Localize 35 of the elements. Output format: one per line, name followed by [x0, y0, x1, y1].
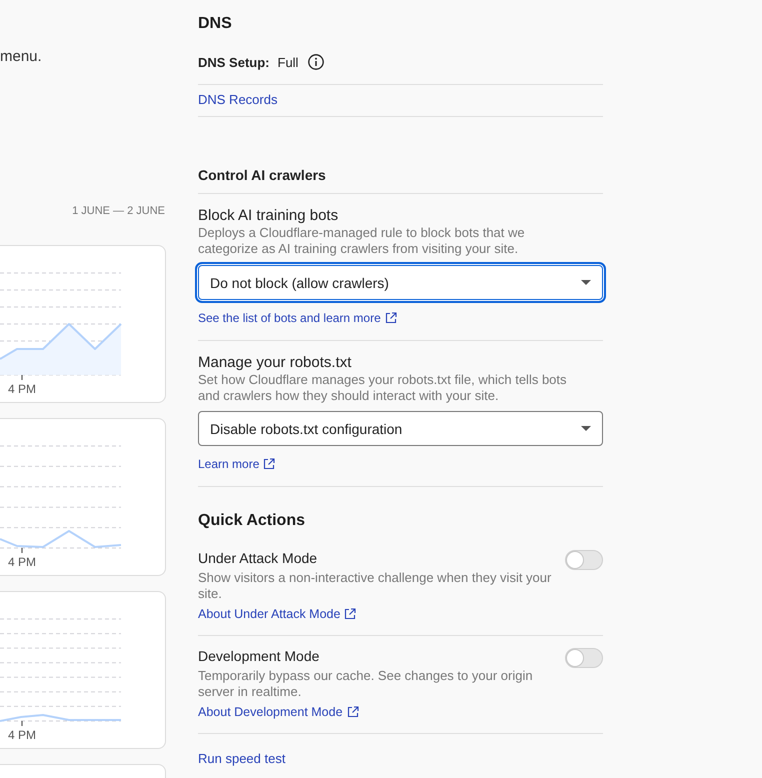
caret-icon [581, 426, 591, 431]
setting-title: Manage your robots.txt [198, 354, 352, 372]
dropdown[interactable]: Do not block (allow crawlers) [195, 262, 606, 303]
external-link-icon [263, 458, 276, 470]
dns-records-link[interactable]: DNS Records [198, 92, 278, 108]
setup-label: DNS Setup: [198, 54, 270, 70]
section-title: Control AI crawlers [198, 166, 327, 184]
toggle-switch[interactable] [565, 648, 603, 668]
intro-text: menu. [0, 48, 43, 66]
about-link[interactable]: About Under Attack Mode [198, 606, 356, 622]
axis-tick-label: 4 PM [8, 728, 36, 742]
toggle-switch[interactable] [565, 550, 603, 570]
setup-value: Full [278, 54, 298, 70]
speed-test-link[interactable]: Run speed test [198, 751, 286, 767]
about-link[interactable]: About Development Mode [198, 704, 359, 720]
setting-description: Set how Cloudflare manages your robots.txt file, which tells bots and crawlers how they should interact with your site. [198, 372, 568, 404]
action-description: Show visitors a non-interactive challenge when they visit your site. [198, 570, 552, 602]
action-description: Temporarily bypass our cache. See changes to your origin server in realtime. [198, 668, 534, 700]
section-title: Quick Actions [198, 511, 306, 531]
dropdown[interactable]: Disable robots.txt configuration [198, 411, 603, 446]
section-title: DNS [198, 14, 233, 34]
caret-icon [581, 280, 591, 285]
external-link-icon [384, 312, 397, 324]
learn-more-link[interactable]: Learn more [198, 456, 276, 472]
external-link-icon [346, 706, 359, 718]
external-link-icon [344, 608, 356, 620]
setting-title: Block AI training bots [198, 207, 340, 225]
info-icon[interactable] [308, 54, 324, 70]
learn-more-link[interactable]: See the list of bots and learn more [198, 310, 397, 326]
date-range: 1 JUNE — 2 JUNE [72, 204, 165, 218]
axis-tick-label: 4 PM [8, 382, 36, 396]
action-title: Under Attack Mode [198, 549, 318, 567]
action-title: Development Mode [198, 647, 320, 665]
axis-tick-label: 4 PM [8, 555, 36, 569]
setting-description: Deploys a Cloudflare-managed rule to block bots that we categorize as AI training crawlers from visiting your site. [198, 225, 526, 257]
